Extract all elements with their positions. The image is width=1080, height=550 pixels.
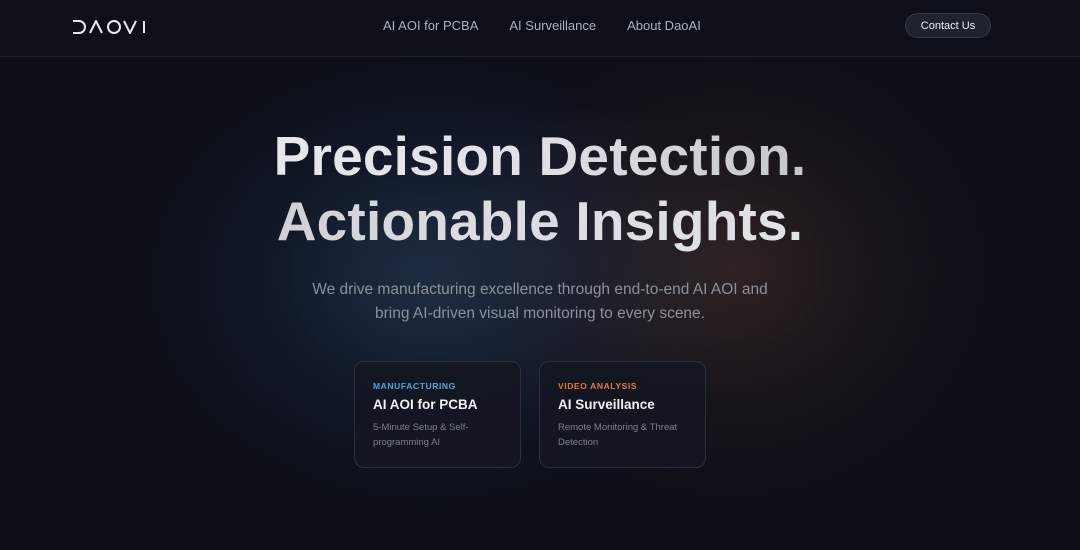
site-header: AI AOI for PCBA AI Surveillance About Da… — [0, 0, 1080, 57]
contact-us-button[interactable]: Contact Us — [905, 13, 991, 38]
nav-link-ai-surveillance[interactable]: AI Surveillance — [509, 18, 596, 34]
daoai-logo-icon — [73, 20, 145, 34]
card-description-line-1: Remote Monitoring & Threat — [558, 422, 678, 433]
card-title: AI Surveillance — [558, 397, 655, 412]
card-description-line-2: programming AI — [373, 437, 441, 448]
card-ai-aoi-pcba[interactable]: MANUFACTURING AI AOI for PCBA 5-Minute S… — [354, 361, 521, 468]
landing-page: AI AOI for PCBA AI Surveillance About Da… — [0, 0, 1080, 550]
hero-subtitle-line-1: We drive manufacturing excellence throug… — [312, 281, 768, 298]
main-nav: AI AOI for PCBA AI Surveillance About Da… — [383, 18, 701, 34]
card-description: 5-Minute Setup & Self- programming AI — [373, 420, 502, 450]
hero-title: Precision Detection. Actionable Insights… — [0, 124, 1080, 254]
daoai-logo[interactable] — [72, 17, 146, 37]
nav-link-about-daoai[interactable]: About DaoAI — [627, 18, 701, 34]
card-description: Remote Monitoring & Threat Detection — [558, 420, 687, 450]
hero-title-line-2: Actionable Insights. — [0, 189, 1080, 254]
card-description-line-1: 5-Minute Setup & Self- — [373, 422, 469, 433]
card-description-line-2: Detection — [558, 437, 599, 448]
card-ai-surveillance[interactable]: VIDEO ANALYSIS AI Surveillance Remote Mo… — [539, 361, 706, 468]
hero-subtitle-line-2: bring AI-driven visual monitoring to eve… — [375, 305, 705, 322]
hero-title-line-1: Precision Detection. — [0, 124, 1080, 189]
hero-subtitle: We drive manufacturing excellence throug… — [270, 278, 810, 326]
card-title: AI AOI for PCBA — [373, 397, 478, 412]
card-kicker: MANUFACTURING — [373, 381, 456, 391]
card-kicker: VIDEO ANALYSIS — [558, 381, 638, 391]
nav-link-ai-aoi-pcba[interactable]: AI AOI for PCBA — [383, 18, 478, 34]
